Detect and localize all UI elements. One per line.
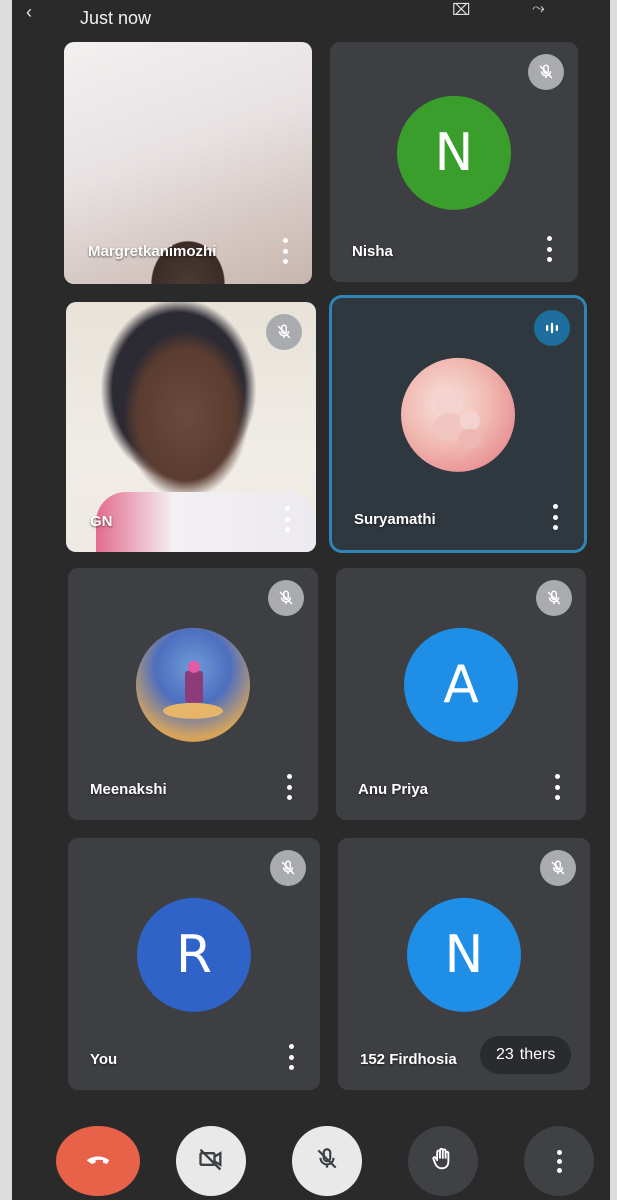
participant-tile[interactable]: Margretkanimozhi: [64, 42, 312, 284]
switch-camera-icon[interactable]: ⌧: [452, 0, 470, 20]
avatar-initial: R: [137, 897, 251, 1012]
avatar-initial: N: [397, 95, 511, 210]
avatar-image: [401, 357, 515, 472]
raise-hand-icon: [429, 1145, 457, 1178]
more-options-icon[interactable]: [546, 236, 552, 262]
mic-off-icon: [528, 54, 564, 90]
more-options-icon[interactable]: [552, 504, 558, 530]
mic-off-icon: [536, 580, 572, 616]
participant-tile[interactable]: GN: [66, 302, 316, 552]
avatar-image: [136, 627, 250, 742]
mic-off-icon: [540, 850, 576, 886]
participant-name: Meenakshi: [90, 781, 167, 798]
back-icon[interactable]: ‹: [26, 2, 32, 23]
call-controls: [12, 1110, 610, 1200]
more-options-icon[interactable]: [554, 774, 560, 800]
avatar-initial: A: [404, 627, 518, 742]
mic-off-icon: [266, 314, 302, 350]
video-feed: [96, 492, 316, 552]
participant-name: GN: [90, 513, 113, 530]
top-bar: ‹ Just now ⌧ ⤳: [12, 0, 610, 36]
more-options-icon[interactable]: [288, 1044, 294, 1070]
end-call-icon: [83, 1144, 113, 1179]
meet-screen: ‹ Just now ⌧ ⤳ Margretkanimozhi N Nisha …: [12, 0, 610, 1200]
avatar-initial: N: [407, 897, 521, 1012]
others-chip[interactable]: 23 thers: [480, 1036, 572, 1074]
camera-toggle-button[interactable]: [176, 1126, 246, 1196]
mic-off-icon: [270, 850, 306, 886]
raise-hand-button[interactable]: [408, 1126, 478, 1196]
camera-off-icon: [197, 1145, 225, 1178]
participant-name: Suryamathi: [354, 511, 436, 528]
participant-tile[interactable]: N Nisha: [330, 42, 578, 282]
others-count: 23: [496, 1046, 514, 1063]
participant-name: Nisha: [352, 243, 393, 260]
end-call-button[interactable]: [56, 1126, 140, 1196]
mic-off-icon: [314, 1146, 340, 1177]
participant-tile[interactable]: Suryamathi: [332, 298, 584, 550]
participant-name: Anu Priya: [358, 781, 429, 798]
more-vert-icon: [556, 1149, 562, 1173]
time-label: Just now: [80, 8, 152, 28]
participant-name: Margretkanimozhi: [88, 243, 217, 260]
participant-tile[interactable]: A Anu Priya: [336, 568, 586, 820]
speaking-indicator-icon: [534, 310, 570, 346]
others-label: thers: [519, 1046, 556, 1063]
participant-tile[interactable]: Meenakshi: [68, 568, 318, 820]
audio-output-icon[interactable]: ⤳: [532, 0, 545, 18]
mic-toggle-button[interactable]: [292, 1126, 362, 1196]
more-options-icon[interactable]: [284, 506, 290, 532]
more-options-icon[interactable]: [282, 238, 288, 264]
mic-off-icon: [268, 580, 304, 616]
participant-name: You: [90, 1051, 118, 1068]
more-options-icon[interactable]: [286, 774, 292, 800]
participant-tile[interactable]: R You: [68, 838, 320, 1090]
more-options-button[interactable]: [524, 1126, 594, 1196]
participant-name: 152 Firdhosia: [360, 1051, 457, 1068]
